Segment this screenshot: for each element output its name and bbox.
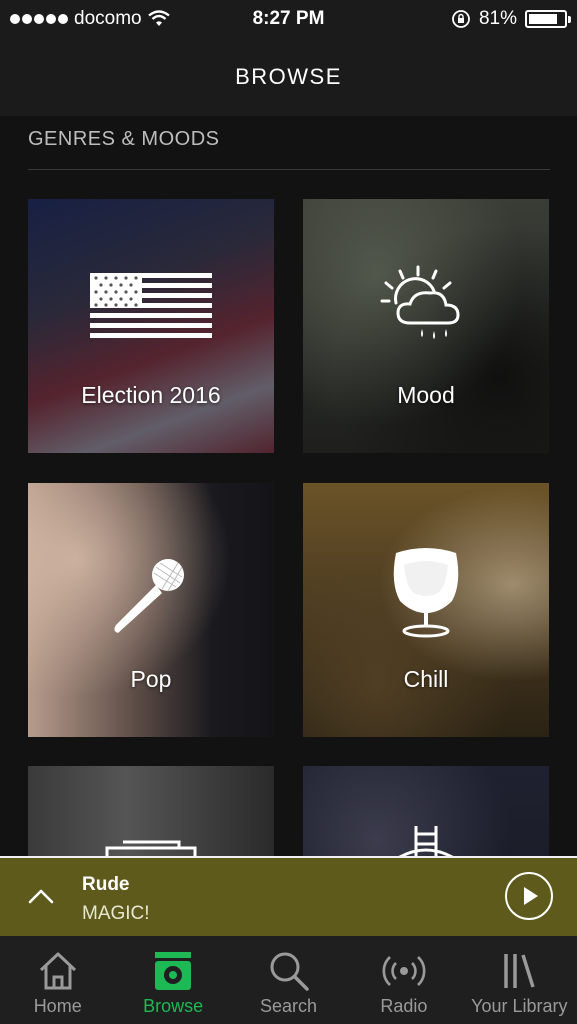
genre-tile-5[interactable]: [28, 766, 274, 856]
genre-tile-mood[interactable]: Mood: [303, 199, 549, 453]
signal-dots-icon: [10, 14, 68, 24]
browse-icon: [155, 952, 192, 990]
wifi-icon: [147, 10, 170, 26]
boombox-icon: [105, 840, 197, 856]
section-title: GENRES & MOODS: [28, 128, 220, 150]
chevron-up-icon[interactable]: [26, 882, 56, 912]
play-icon: [524, 887, 538, 905]
rotation-lock-icon: [452, 10, 470, 28]
tab-label: Radio: [380, 996, 428, 1016]
library-icon: [504, 954, 535, 988]
genre-tile-pop[interactable]: Pop: [28, 483, 274, 737]
search-icon: [270, 952, 309, 991]
tab-home[interactable]: Home: [0, 936, 115, 1024]
battery-icon: [525, 10, 571, 28]
tile-label: Mood: [397, 382, 455, 408]
status-bar: docomo 8:27 PM 81%: [0, 0, 577, 38]
us-flag-icon: [90, 273, 212, 338]
browse-content[interactable]: GENRES & MOODS Election 2016 Mood Pop Ch…: [0, 116, 577, 856]
battery-fill: [529, 14, 557, 24]
now-playing-bar[interactable]: Rude MAGIC!: [0, 856, 577, 936]
now-playing-artist: MAGIC!: [82, 903, 150, 924]
tab-browse[interactable]: Browse: [115, 936, 230, 1024]
egg-chair-icon: [393, 548, 459, 638]
page-header: BROWSE: [0, 38, 577, 116]
tab-your-library[interactable]: Your Library: [462, 936, 577, 1024]
section-divider: [28, 169, 550, 170]
page-title: BROWSE: [235, 64, 342, 89]
radio-icon: [382, 956, 426, 986]
tab-label: Home: [33, 996, 82, 1016]
tab-label: Browse: [143, 996, 204, 1016]
microphone-icon: [114, 559, 184, 633]
tab-radio[interactable]: Radio: [346, 936, 461, 1024]
status-left: docomo: [10, 8, 451, 30]
tile-label: Election 2016: [81, 382, 221, 408]
tab-label: Search: [259, 996, 318, 1016]
play-button[interactable]: [505, 872, 553, 920]
tab-label: Your Library: [471, 996, 568, 1016]
weather-icon: [380, 265, 460, 339]
genre-tile-chill[interactable]: Chill: [303, 483, 549, 737]
carrier-name: docomo: [74, 8, 142, 29]
now-playing-title: Rude: [82, 874, 130, 895]
tab-bar: Home Browse Search Radio Your Library: [0, 936, 577, 1024]
tab-search[interactable]: Search: [231, 936, 346, 1024]
genre-tile-election-2016[interactable]: Election 2016: [28, 199, 274, 453]
battery-percent: 81%: [478, 8, 517, 29]
genre-tile-6[interactable]: [303, 766, 549, 856]
status-right: 81%: [451, 8, 571, 30]
home-icon: [39, 952, 76, 990]
stage-icon: [398, 826, 454, 856]
tile-label: Chill: [403, 666, 449, 692]
tile-label: Pop: [130, 666, 172, 692]
